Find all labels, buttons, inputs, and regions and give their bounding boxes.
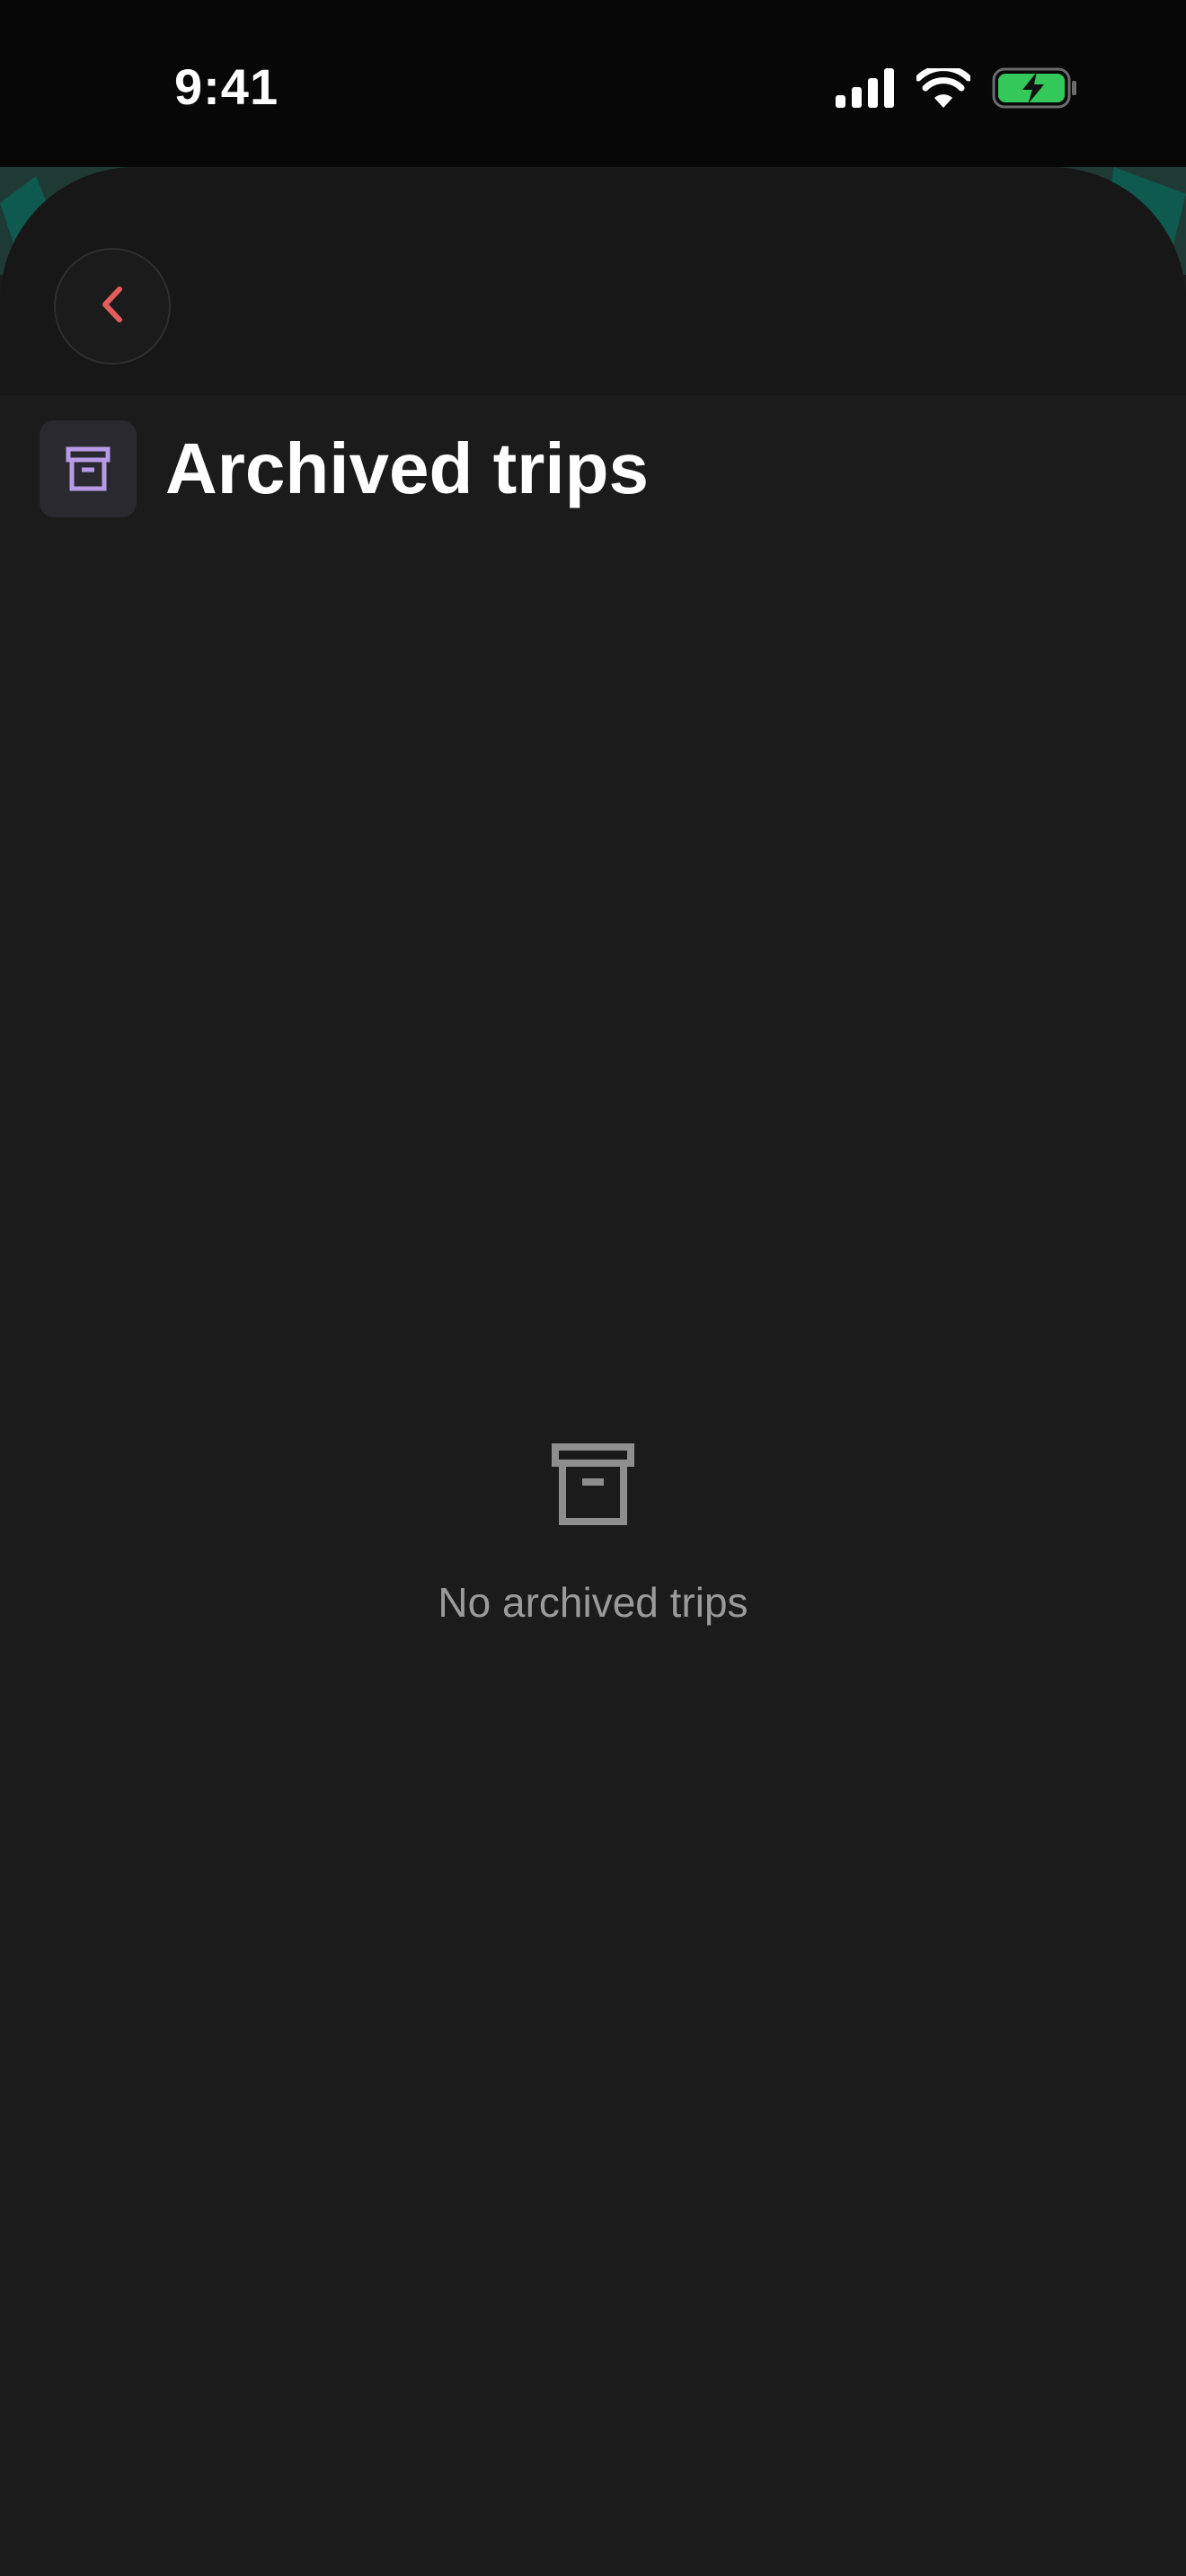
archive-box-icon (40, 420, 137, 517)
archive-box-icon (552, 1442, 634, 1531)
battery-charging-icon (992, 67, 1078, 109)
chevron-left-icon (94, 284, 130, 330)
wifi-icon (916, 68, 970, 108)
status-time: 9:41 (174, 58, 279, 115)
empty-state-message: No archived trips (438, 1579, 748, 1626)
status-icons (836, 63, 1078, 113)
title-row: Archived trips (40, 420, 649, 517)
status-bar: 9:41 (0, 0, 1186, 167)
archived-trips-screen: 9:41 Archived trips No archived trips (0, 0, 1186, 2576)
empty-state: No archived trips (0, 1442, 1186, 1627)
header-sheet (0, 167, 1186, 395)
page-title: Archived trips (165, 428, 649, 508)
cellular-signal-icon (836, 68, 895, 108)
back-button[interactable] (54, 248, 171, 365)
